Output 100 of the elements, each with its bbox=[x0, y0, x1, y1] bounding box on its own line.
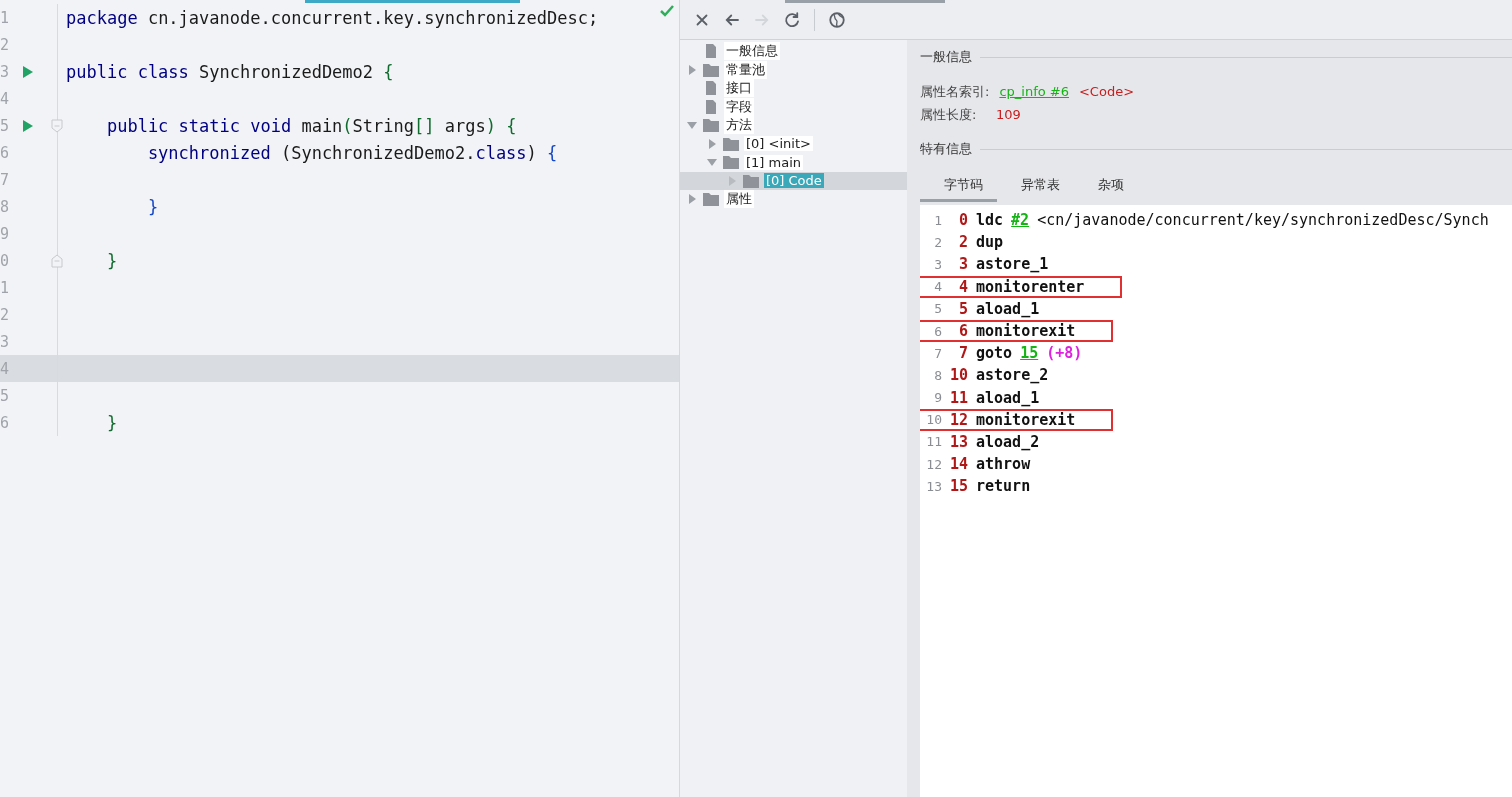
code-line: synchronized (SynchronizedDemo2.class) { bbox=[146, 142, 558, 163]
expand-arrow-icon[interactable] bbox=[706, 137, 718, 150]
line-number: 5 bbox=[0, 116, 11, 135]
code-line: } bbox=[105, 412, 118, 433]
line-number: 1 bbox=[0, 278, 11, 297]
opcode: aload_1 bbox=[976, 388, 1040, 407]
opcode: aload_2 bbox=[976, 432, 1040, 451]
bytecode-offset: 10 bbox=[948, 366, 968, 385]
line-number: 10 bbox=[925, 412, 942, 428]
field-label: 属性名索引: bbox=[920, 82, 990, 101]
line-number: 7 bbox=[0, 170, 11, 189]
section-title: 特有信息 bbox=[920, 140, 972, 158]
line-number: 2 bbox=[0, 305, 11, 324]
tree-row[interactable]: [1] main bbox=[680, 153, 907, 172]
bytecode-offset: 7 bbox=[957, 344, 968, 363]
tree-row[interactable]: 字段 bbox=[680, 97, 907, 116]
bytecode-offset: 15 bbox=[948, 477, 968, 496]
bytecode-offset: 4 bbox=[957, 277, 968, 296]
line-number: 11 bbox=[925, 434, 942, 450]
bytecode-offset: 14 bbox=[948, 455, 968, 474]
code-line: package cn.javanode.concurrent.key.synchronizedDesc; bbox=[66, 7, 599, 28]
opcode: astore_1 bbox=[976, 255, 1049, 274]
bytecode-offset: 12 bbox=[948, 410, 968, 429]
tree-item-label[interactable]: [0] <init> bbox=[744, 136, 813, 152]
code-line: public static void main(String[] args) { bbox=[105, 115, 517, 136]
code-line: } bbox=[146, 196, 159, 217]
tree-row[interactable]: 接口 bbox=[680, 79, 907, 98]
code-line: public class SynchronizedDemo2 { bbox=[66, 61, 394, 82]
folder-icon bbox=[702, 61, 720, 78]
opcode: aload_1 bbox=[976, 299, 1040, 318]
bytecode-offset: 0 bbox=[957, 211, 968, 230]
line-number: 6 bbox=[0, 413, 11, 432]
operand: (+8) bbox=[1046, 344, 1083, 363]
line-number: 5 bbox=[933, 301, 942, 317]
line-number: 8 bbox=[0, 197, 11, 216]
line-number: 9 bbox=[0, 224, 11, 243]
line-number: 6 bbox=[0, 143, 11, 162]
refresh-icon bbox=[783, 10, 801, 29]
tab[interactable]: 异常表 bbox=[997, 176, 1074, 202]
tree-row[interactable]: 方法 bbox=[680, 116, 907, 135]
line-number: 3 bbox=[0, 332, 11, 351]
tree-item-label[interactable]: [1] main bbox=[744, 154, 804, 170]
opcode: ldc bbox=[976, 211, 1004, 230]
line-number: 5 bbox=[0, 386, 11, 405]
operand: <cn/javanode/concurrent/key/synchronizedDesc/Synch bbox=[1037, 211, 1489, 230]
line-number: 13 bbox=[925, 478, 942, 494]
tree-item-label[interactable]: 方法 bbox=[724, 116, 754, 135]
opcode: monitorenter bbox=[976, 277, 1085, 296]
section-title: 一般信息 bbox=[920, 48, 972, 66]
folder-icon bbox=[702, 117, 720, 134]
line-number: 7 bbox=[933, 345, 942, 361]
tree-item-label[interactable]: 一般信息 bbox=[724, 42, 780, 61]
opcode: monitorexit bbox=[976, 410, 1076, 429]
tab[interactable]: 字节码 bbox=[920, 176, 997, 202]
folder-icon bbox=[722, 135, 740, 152]
expand-arrow-icon[interactable] bbox=[686, 63, 698, 76]
field-value: 109 bbox=[996, 107, 1021, 122]
bytecode-offset: 11 bbox=[948, 388, 968, 407]
tree-row[interactable]: 属性 bbox=[680, 190, 907, 209]
bytecode-offset: 3 bbox=[957, 255, 968, 274]
line-number: 2 bbox=[0, 35, 11, 54]
folder-icon bbox=[742, 172, 760, 189]
opcode: goto bbox=[976, 344, 1013, 363]
field-label: 属性长度: bbox=[920, 105, 978, 124]
line-number: 1 bbox=[933, 212, 942, 228]
line-number: 1 bbox=[0, 8, 11, 27]
globe-icon bbox=[828, 10, 846, 29]
tree-row[interactable]: [0] <init> bbox=[680, 134, 907, 153]
tab[interactable]: 杂项 bbox=[1074, 176, 1138, 202]
bytecode-offset: 6 bbox=[957, 322, 968, 341]
bytecode-offset: 2 bbox=[957, 233, 968, 252]
line-number: 0 bbox=[0, 251, 11, 270]
line-number: 6 bbox=[933, 323, 942, 339]
tree-row[interactable]: 常量池 bbox=[680, 60, 907, 79]
opcode: astore_2 bbox=[976, 366, 1049, 385]
line-number: 4 bbox=[933, 279, 942, 295]
opcode: return bbox=[976, 477, 1031, 496]
line-number: 4 bbox=[0, 89, 11, 108]
tree-item-label[interactable]: 字段 bbox=[724, 97, 754, 116]
tree-item-label[interactable]: 属性 bbox=[724, 190, 754, 209]
opcode: dup bbox=[976, 233, 1004, 252]
run-icon[interactable] bbox=[22, 64, 34, 79]
fold-marker-icon[interactable] bbox=[51, 118, 63, 133]
run-icon[interactable] bbox=[22, 118, 34, 133]
line-number: 2 bbox=[933, 234, 942, 250]
code-line: } bbox=[105, 250, 118, 271]
bytecode-offset: 5 bbox=[957, 299, 968, 318]
bytecode-offset: 13 bbox=[948, 432, 968, 451]
tree-item-label[interactable]: 常量池 bbox=[724, 60, 767, 79]
line-number: 9 bbox=[933, 390, 942, 406]
opcode: monitorexit bbox=[976, 322, 1076, 341]
line-number: 12 bbox=[925, 456, 942, 472]
line-number: 3 bbox=[0, 62, 11, 81]
line-number: 8 bbox=[933, 367, 942, 383]
line-number: 4 bbox=[0, 359, 11, 378]
fold-marker-icon[interactable] bbox=[51, 253, 63, 268]
tree-row[interactable]: 一般信息 bbox=[680, 42, 907, 61]
expand-arrow-icon[interactable] bbox=[686, 193, 698, 206]
expand-arrow-icon[interactable] bbox=[726, 174, 738, 187]
tree-item-label[interactable]: 接口 bbox=[724, 79, 754, 98]
